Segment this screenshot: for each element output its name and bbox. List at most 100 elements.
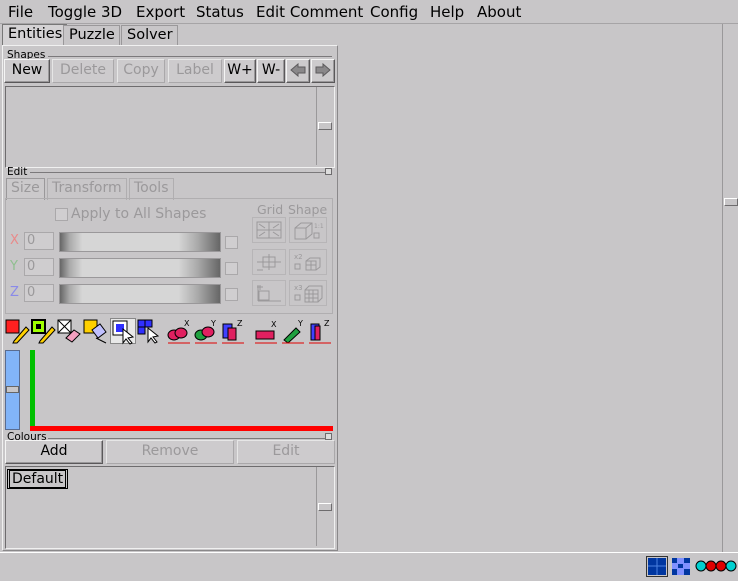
add-colour-button[interactable]: Add — [5, 440, 103, 464]
main-view-scrollbar[interactable] — [722, 24, 738, 552]
grid-corner-icon — [257, 285, 281, 302]
shapes-group-divider — [48, 56, 332, 57]
edit-resize-handle[interactable] — [325, 168, 332, 175]
delete-shape-button[interactable]: Delete — [52, 59, 114, 83]
menu-file[interactable]: File — [8, 3, 33, 21]
weight-minus-button[interactable]: W- — [257, 59, 285, 83]
x-lock-checkbox[interactable] — [225, 236, 238, 249]
main-view-scroll-thumb[interactable] — [724, 198, 738, 206]
menu-about[interactable]: About — [477, 3, 521, 21]
view-mode-single-button[interactable] — [646, 556, 668, 577]
cross-blue-icon — [672, 558, 690, 575]
fill-icon[interactable] — [82, 318, 108, 344]
arrow-left-button[interactable] — [286, 59, 310, 83]
colour-item-default[interactable]: Default — [7, 469, 69, 489]
grid-tool-2[interactable] — [252, 249, 286, 275]
cube-1-to-1-icon: 1:1 — [294, 222, 324, 240]
flip-z-icon[interactable]: Z — [307, 318, 333, 344]
menu-export[interactable]: Export — [136, 3, 185, 21]
tab-tools[interactable]: Tools — [129, 178, 174, 200]
apply-all-label: Apply to All Shapes — [71, 206, 207, 222]
svg-text:Z: Z — [324, 319, 330, 328]
flip-x-icon[interactable]: X — [253, 318, 279, 344]
shape-tool-2-badge: x2 — [294, 253, 303, 261]
shape-tool-1[interactable]: 1:1 — [289, 217, 327, 243]
y-axis-label: Y — [10, 259, 18, 274]
label-shape-button[interactable]: Label — [168, 59, 222, 83]
grid-shrink-icon — [256, 221, 282, 239]
flip-y-icon[interactable]: Y — [280, 318, 306, 344]
select-cursor-icon[interactable] — [110, 318, 136, 345]
x-size-slider[interactable] — [59, 232, 221, 252]
pen-red-icon[interactable] — [4, 318, 30, 344]
svg-text:X: X — [184, 319, 190, 328]
svg-text:Y: Y — [297, 319, 303, 328]
shape-tool-2[interactable]: x2 — [289, 249, 327, 275]
tab-size[interactable]: Size — [6, 178, 45, 200]
arrow-right-icon — [315, 62, 331, 78]
select-multi-icon[interactable] — [136, 318, 162, 344]
weight-plus-button[interactable]: W+ — [224, 59, 256, 83]
view-mode-cross-button[interactable] — [670, 556, 692, 577]
colours-list-scroll-thumb[interactable] — [318, 503, 332, 511]
layer-slider[interactable] — [5, 350, 20, 430]
menu-status[interactable]: Status — [196, 3, 244, 21]
svg-text:Z: Z — [237, 319, 243, 328]
cube-x2-icon: x2 — [294, 253, 321, 271]
edit-group-divider — [30, 172, 330, 173]
colours-group-divider — [48, 438, 328, 439]
menu-edit-comment[interactable]: Edit Comment — [256, 3, 363, 21]
z-size-field[interactable]: 0 — [24, 284, 54, 302]
edit-group-label: Edit — [7, 166, 28, 178]
layer-slider-thumb[interactable] — [6, 386, 19, 393]
rotate-y-icon[interactable]: Y — [193, 318, 219, 344]
edit-colour-button[interactable]: Edit — [237, 440, 335, 464]
tab-transform[interactable]: Transform — [47, 178, 127, 200]
z-size-slider[interactable] — [59, 284, 221, 304]
x-axis-label: X — [10, 233, 19, 248]
y-lock-checkbox[interactable] — [225, 262, 238, 275]
shapes-list-scroll-thumb[interactable] — [318, 122, 332, 130]
colours-resize-handle[interactable] — [325, 433, 332, 440]
grid-tool-1[interactable] — [252, 217, 286, 243]
arrow-left-icon — [290, 62, 306, 78]
new-shape-button[interactable]: New — [4, 59, 50, 83]
shape-tool-3-badge: x3 — [294, 284, 303, 292]
grid-center-icon — [257, 254, 281, 271]
x-size-field[interactable]: 0 — [24, 232, 54, 250]
shapes-list-scrollbar[interactable] — [316, 87, 333, 165]
status-bar — [0, 552, 738, 578]
shape-tool-3[interactable]: x3 — [289, 280, 327, 306]
x-axis-line — [30, 426, 333, 431]
grid-label: Grid — [257, 202, 284, 217]
apply-all-checkbox[interactable] — [55, 208, 68, 221]
menu-help[interactable]: Help — [430, 3, 464, 21]
menu-bar: File Toggle 3D Export Status Edit Commen… — [0, 0, 738, 24]
svg-text:Y: Y — [210, 319, 216, 328]
y-size-slider[interactable] — [59, 258, 221, 278]
colour-item-default-label: Default — [9, 470, 67, 488]
pen-green-icon[interactable] — [30, 318, 56, 344]
svg-text:X: X — [271, 320, 277, 329]
grid-tool-3[interactable] — [252, 280, 286, 306]
grid-blue-icon — [648, 558, 666, 575]
eraser-icon[interactable] — [56, 318, 82, 344]
remove-colour-button[interactable]: Remove — [106, 440, 234, 464]
menu-config[interactable]: Config — [370, 3, 418, 21]
y-size-field[interactable]: 0 — [24, 258, 54, 276]
z-lock-checkbox[interactable] — [225, 288, 238, 301]
z-axis-label: Z — [10, 285, 19, 300]
colour-balls-button[interactable] — [693, 556, 737, 577]
rotate-x-icon[interactable]: X — [166, 318, 192, 344]
rotate-z-icon[interactable]: Z — [220, 318, 246, 344]
arrow-right-button[interactable] — [311, 59, 335, 83]
shapes-list[interactable] — [5, 86, 335, 168]
shape-tool-1-badge: 1:1 — [314, 223, 324, 230]
copy-shape-button[interactable]: Copy — [117, 59, 165, 83]
shape-label: Shape — [288, 202, 328, 217]
colour-balls-icon — [695, 560, 737, 572]
y-axis-line — [30, 350, 35, 430]
cube-x3-icon: x3 — [294, 284, 323, 303]
menu-toggle-3d[interactable]: Toggle 3D — [48, 3, 122, 21]
colours-list-scrollbar[interactable] — [316, 467, 333, 546]
